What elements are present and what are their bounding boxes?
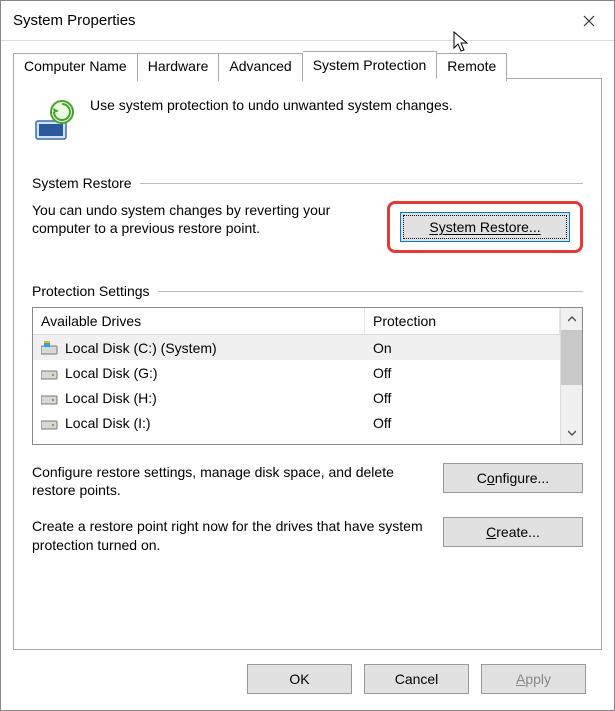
drive-rows: Local Disk (C:) (System) On Local Disk (…: [33, 335, 560, 435]
drive-name: Local Disk (H:): [65, 390, 157, 406]
protection-cell: Off: [365, 415, 560, 431]
divider: [140, 183, 583, 184]
apply-button[interactable]: Apply: [481, 664, 586, 694]
dialog-footer: OK Cancel Apply: [13, 650, 602, 710]
disk-system-icon: [41, 341, 59, 355]
apply-button-label: Apply: [516, 671, 551, 687]
drive-name: Local Disk (I:): [65, 415, 151, 431]
cancel-button[interactable]: Cancel: [364, 664, 469, 694]
create-button[interactable]: Create...: [443, 517, 583, 547]
system-restore-highlight: System Restore...: [387, 201, 583, 253]
drive-name: Local Disk (C:) (System): [65, 340, 217, 356]
scroll-up-button[interactable]: [561, 308, 582, 330]
tab-remote[interactable]: Remote: [437, 53, 507, 81]
group-protection-settings-title: Protection Settings: [32, 283, 583, 299]
divider: [158, 291, 583, 292]
tab-computer-name[interactable]: Computer Name: [13, 53, 138, 81]
tab-advanced[interactable]: Advanced: [219, 53, 302, 81]
drive-name: Local Disk (G:): [65, 365, 158, 381]
table-row[interactable]: Local Disk (H:) Off: [33, 385, 560, 410]
chevron-up-icon: [568, 316, 576, 322]
disk-icon: [41, 366, 59, 380]
ok-button[interactable]: OK: [247, 664, 352, 694]
intro-text: Use system protection to undo unwanted s…: [90, 97, 453, 113]
group-system-restore-title: System Restore: [32, 175, 583, 191]
scroll-thumb[interactable]: [561, 330, 582, 385]
create-text: Create a restore point right now for the…: [32, 517, 429, 553]
protection-cell: Off: [365, 365, 560, 381]
system-restore-button-label: System Restore...: [429, 219, 540, 235]
drive-columns: Available Drives Protection Local Disk (…: [33, 308, 560, 444]
tabs: Computer Name Hardware Advanced System P…: [13, 51, 602, 79]
system-restore-row: You can undo system changes by reverting…: [32, 201, 583, 253]
scroll-down-button[interactable]: [561, 422, 582, 444]
content: Computer Name Hardware Advanced System P…: [1, 41, 614, 710]
window-title: System Properties: [13, 12, 136, 29]
table-row[interactable]: Local Disk (I:) Off: [33, 410, 560, 435]
configure-button[interactable]: Configure...: [443, 463, 583, 493]
available-drives-list: Available Drives Protection Local Disk (…: [32, 307, 583, 445]
system-restore-button[interactable]: System Restore...: [400, 212, 570, 242]
column-header-protection[interactable]: Protection: [365, 308, 560, 334]
drive-cell: Local Disk (I:): [33, 415, 365, 431]
column-header-drives[interactable]: Available Drives: [33, 308, 365, 334]
configure-text: Configure restore settings, manage disk …: [32, 463, 429, 499]
create-button-label: Create...: [486, 524, 540, 540]
protection-cell: Off: [365, 390, 560, 406]
protection-cell: On: [365, 340, 560, 356]
system-restore-text: You can undo system changes by reverting…: [32, 201, 377, 237]
disk-icon: [41, 416, 59, 430]
drive-cell: Local Disk (H:): [33, 390, 365, 406]
drive-cell: Local Disk (C:) (System): [33, 340, 365, 356]
close-icon: [583, 15, 595, 27]
table-row[interactable]: Local Disk (C:) (System) On: [33, 335, 560, 360]
group-label: Protection Settings: [32, 283, 150, 299]
group-label: System Restore: [32, 175, 132, 191]
scroll-track[interactable]: [561, 385, 582, 422]
scrollbar[interactable]: [560, 308, 582, 444]
tab-system-protection[interactable]: System Protection: [303, 51, 438, 79]
intro-row: Use system protection to undo unwanted s…: [32, 97, 583, 141]
configure-row: Configure restore settings, manage disk …: [32, 463, 583, 499]
table-row[interactable]: Local Disk (G:) Off: [33, 360, 560, 385]
system-protection-icon: [32, 97, 76, 141]
tab-panel-system-protection: Use system protection to undo unwanted s…: [13, 78, 602, 650]
drive-cell: Local Disk (G:): [33, 365, 365, 381]
titlebar: System Properties: [1, 1, 614, 41]
tab-hardware[interactable]: Hardware: [138, 53, 220, 81]
disk-icon: [41, 391, 59, 405]
create-row: Create a restore point right now for the…: [32, 517, 583, 553]
system-properties-window: System Properties Computer Name Hardware…: [0, 0, 615, 711]
chevron-down-icon: [568, 430, 576, 436]
drive-header: Available Drives Protection: [33, 308, 560, 335]
configure-button-label: Configure...: [477, 470, 549, 486]
close-button[interactable]: [564, 2, 614, 40]
